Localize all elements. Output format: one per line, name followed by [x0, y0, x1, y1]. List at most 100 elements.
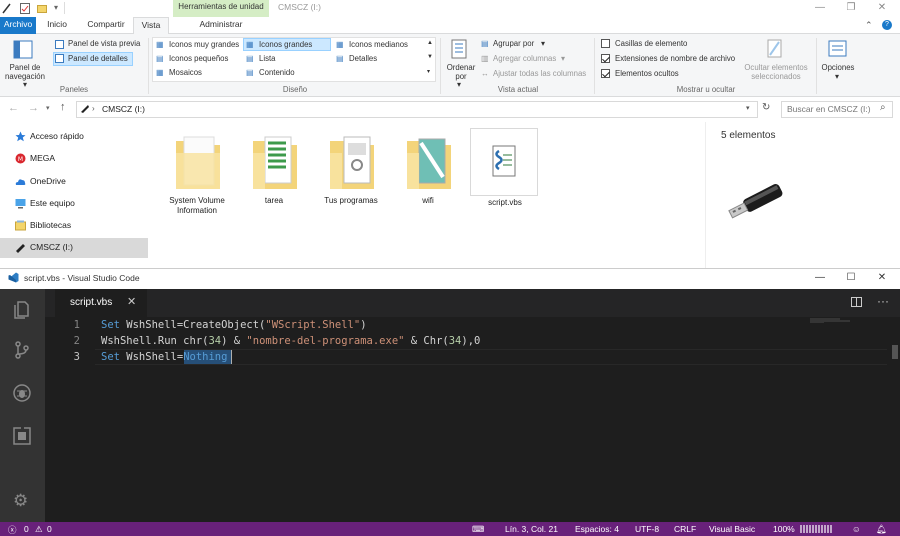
indentation[interactable]: Espacios: 4 [575, 524, 619, 534]
zoom-level[interactable]: 100% [773, 524, 795, 534]
tab-vista[interactable]: Vista [133, 17, 169, 34]
options-button[interactable]: Opciones [818, 63, 858, 72]
help-icon[interactable]: ? [882, 20, 892, 30]
minimap[interactable] [810, 318, 854, 323]
file-item-tarea[interactable]: tarea [239, 127, 309, 227]
search-icon[interactable]: ⌕ [880, 102, 886, 113]
group-by-button[interactable]: Agrupar por [493, 39, 534, 48]
nav-item-mega[interactable]: M MEGA [0, 149, 148, 169]
gallery-expand-icon[interactable]: ▾ [427, 68, 430, 75]
nav-label: Acceso rápido [30, 131, 84, 141]
hide-selected-button[interactable]: Ocultar elementos seleccionados [740, 63, 812, 81]
activity-bar: ⚙ [0, 289, 45, 522]
group-by-dropdown-icon[interactable]: ▾ [541, 39, 545, 48]
split-editor-icon[interactable] [851, 297, 862, 307]
terminal-icon[interactable]: ⌨ [472, 524, 484, 535]
navigation-pane-icon[interactable] [13, 40, 35, 60]
sort-by-button[interactable]: Ordenar por [443, 63, 479, 81]
hidden-items-checkbox[interactable] [601, 69, 610, 78]
extensions-icon[interactable] [12, 426, 32, 446]
encoding[interactable]: UTF-8 [635, 524, 659, 534]
size-all-columns-button[interactable]: Ajustar todas las columnas [493, 69, 586, 78]
layout-small-icons[interactable]: Iconos pequeños [169, 54, 228, 63]
nav-item-quick-access[interactable]: Acceso rápido [0, 127, 148, 147]
notifications-bell-icon[interactable]: 🔔︎ [876, 524, 887, 535]
tab-compartir[interactable]: Compartir [81, 17, 131, 34]
tab-close-icon[interactable]: ✕ [127, 295, 136, 308]
code-line-1[interactable]: Set WshShell=CreateObject("WScript.Shell… [101, 319, 367, 331]
tab-archivo[interactable]: Archivo [0, 17, 36, 34]
layout-icon: ▤ [156, 54, 164, 63]
minimize-button[interactable]: — [805, 0, 835, 17]
options-icon[interactable] [828, 39, 848, 59]
navigation-pane-button[interactable]: Panel de navegación [3, 63, 47, 81]
customize-toolbar-icon[interactable]: ▾ [54, 3, 64, 14]
file-item-system-volume-information[interactable]: System Volume Information [162, 127, 232, 227]
source-control-icon[interactable] [12, 340, 32, 360]
more-actions-icon[interactable]: ··· [877, 294, 889, 308]
hide-selected-icon[interactable] [766, 39, 784, 59]
up-arrow-icon[interactable]: ↑ [60, 101, 66, 113]
restore-button[interactable]: ❐ [836, 0, 866, 17]
language-mode[interactable]: Visual Basic [709, 524, 755, 534]
layout-extra-large-icons[interactable]: Iconos muy grandes [169, 40, 239, 49]
breadcrumb-current[interactable]: CMSCZ (I:) [102, 104, 145, 114]
nav-item-onedrive[interactable]: OneDrive [0, 172, 148, 192]
refresh-icon[interactable]: ↻ [762, 102, 770, 113]
layout-list[interactable]: Lista [259, 54, 275, 63]
gallery-scroll-up-icon[interactable]: ▲ [427, 40, 433, 46]
editor-scrollbar[interactable] [888, 317, 900, 522]
errors-count[interactable]: 0 [24, 524, 29, 534]
item-checkboxes-checkbox[interactable] [601, 39, 610, 48]
drive-icon [80, 104, 90, 114]
star-icon [15, 131, 26, 142]
sort-by-icon[interactable] [450, 39, 470, 59]
new-folder-icon[interactable] [37, 3, 47, 14]
properties-icon[interactable] [20, 3, 30, 14]
code-line-2[interactable]: WshShell.Run chr(34) & "nombre-del-progr… [101, 335, 480, 347]
address-dropdown-icon[interactable]: ▾ [746, 104, 750, 112]
gallery-scroll-down-icon[interactable]: ▼ [427, 54, 433, 60]
add-columns-button[interactable]: Agregar columnas [493, 54, 556, 63]
recent-locations-icon[interactable]: ▾ [46, 104, 50, 112]
file-item-tus-programas[interactable]: Tus programas [316, 127, 386, 227]
nav-item-libraries[interactable]: Bibliotecas [0, 216, 148, 236]
errors-icon[interactable]: ⓧ [8, 524, 17, 536]
details-pane-button[interactable]: Panel de detalles [68, 54, 128, 63]
feedback-smiley-icon[interactable]: ☺ [852, 524, 861, 534]
forward-arrow-icon[interactable]: → [28, 102, 39, 114]
debug-icon[interactable] [12, 383, 32, 403]
vscode-close-button[interactable]: ✕ [867, 268, 897, 289]
vscode-maximize-button[interactable]: ☐ [836, 268, 866, 289]
tab-administrar[interactable]: Administrar [173, 17, 269, 34]
preview-pane-button[interactable]: Panel de vista previa [68, 39, 140, 48]
layout-large-icons[interactable]: Iconos grandes [259, 40, 312, 49]
collapse-ribbon-icon[interactable]: ⌃ [865, 20, 873, 31]
layout-tiles[interactable]: Mosaicos [169, 68, 202, 77]
nav-item-this-pc[interactable]: Este equipo [0, 194, 148, 214]
cursor-position[interactable]: Lín. 3, Col. 21 [505, 524, 558, 534]
layout-content[interactable]: Contenido [259, 68, 295, 77]
end-of-line[interactable]: CRLF [674, 524, 696, 534]
nav-label: OneDrive [30, 176, 66, 186]
vscode-minimize-button[interactable]: — [805, 268, 835, 289]
address-bar[interactable] [76, 101, 758, 118]
warnings-icon[interactable]: ⚠ [35, 524, 43, 535]
tab-inicio[interactable]: Inicio [40, 17, 74, 34]
quick-access-toolbar-icon[interactable] [2, 3, 12, 14]
add-columns-dropdown-icon[interactable]: ▾ [561, 54, 565, 63]
warnings-count[interactable]: 0 [47, 524, 52, 534]
close-button[interactable]: ✕ [867, 0, 897, 17]
file-item-script-vbs[interactable]: script.vbs [470, 128, 538, 207]
back-arrow-icon[interactable]: ← [8, 102, 19, 114]
settings-gear-icon[interactable]: ⚙ [13, 491, 28, 511]
explorer-files-icon[interactable] [12, 299, 32, 319]
file-name: script.vbs [488, 198, 522, 207]
layout-details[interactable]: Detalles [349, 54, 377, 63]
file-extensions-checkbox[interactable] [601, 54, 610, 63]
file-item-wifi[interactable]: wifi [393, 127, 463, 227]
nav-item-cmscz[interactable]: CMSCZ (I:) [0, 238, 148, 258]
code-line-3[interactable]: Set WshShell=Nothing [101, 351, 227, 363]
options-dropdown-icon[interactable]: ▾ [835, 72, 839, 81]
layout-medium-icons[interactable]: Iconos medianos [349, 40, 408, 49]
